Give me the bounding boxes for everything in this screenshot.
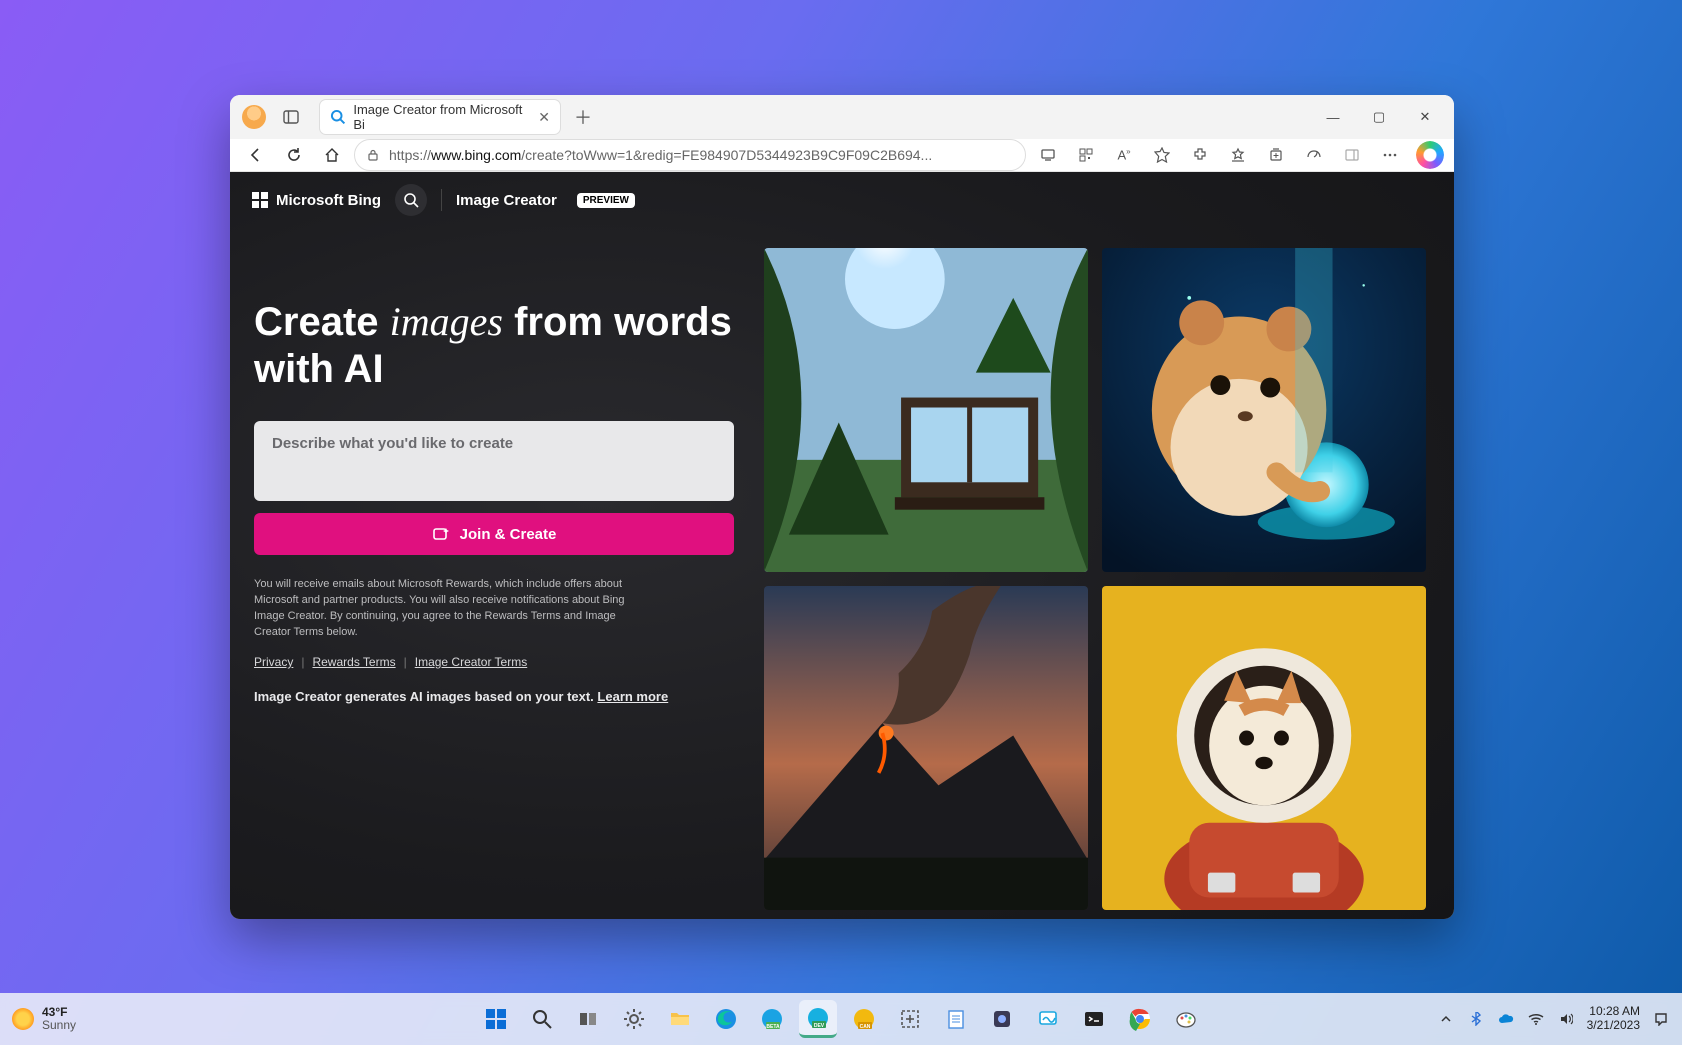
favorites-list-icon[interactable]	[1222, 139, 1254, 171]
back-button[interactable]	[240, 139, 272, 171]
titlebar: Image Creator from Microsoft Bi ✕ ＋ — ▢ …	[230, 95, 1454, 139]
ai-note: Image Creator generates AI images based …	[254, 689, 734, 704]
clock[interactable]: 10:28 AM 3/21/2023	[1587, 1005, 1640, 1033]
header-divider	[441, 189, 442, 211]
weather-cond: Sunny	[42, 1019, 76, 1032]
url-text: https://www.bing.com/create?toWww=1&redi…	[389, 147, 932, 163]
learn-more-link[interactable]: Learn more	[597, 689, 668, 704]
maximize-button[interactable]: ▢	[1356, 95, 1402, 139]
address-bar: https://www.bing.com/create?toWww=1&redi…	[230, 139, 1454, 172]
volume-icon[interactable]	[1557, 1010, 1575, 1028]
time-text: 10:28 AM	[1587, 1005, 1640, 1019]
date-text: 3/21/2023	[1587, 1019, 1640, 1033]
browser-window: Image Creator from Microsoft Bi ✕ ＋ — ▢ …	[230, 95, 1454, 919]
rewards-terms-link[interactable]: Rewards Terms	[312, 655, 395, 669]
screen-icon[interactable]	[1032, 139, 1064, 171]
chrome-icon[interactable]	[1121, 1000, 1159, 1038]
sidebar-icon[interactable]	[1336, 139, 1368, 171]
sun-icon	[12, 1008, 34, 1030]
sample-gallery	[764, 248, 1430, 919]
sample-image-hamster[interactable]	[1102, 248, 1426, 572]
workspaces-icon[interactable]	[278, 104, 304, 130]
notifications-icon[interactable]	[1652, 1010, 1670, 1028]
collections-icon[interactable]	[1260, 139, 1292, 171]
page-content: Microsoft Bing Image Creator PREVIEW Cre…	[230, 172, 1454, 919]
new-tab-button[interactable]: ＋	[568, 102, 598, 132]
favorite-star-icon[interactable]	[1146, 139, 1178, 171]
notepad-icon[interactable]	[937, 1000, 975, 1038]
tray-chevron-icon[interactable]	[1437, 1010, 1455, 1028]
read-aloud-icon[interactable]: A»	[1108, 139, 1140, 171]
prompt-input[interactable]: Describe what you'd like to create	[254, 421, 734, 501]
privacy-link[interactable]: Privacy	[254, 655, 293, 669]
product-name: Image Creator	[456, 192, 557, 209]
refresh-button[interactable]	[278, 139, 310, 171]
window-controls: — ▢ ✕	[1310, 95, 1448, 139]
main-content: Create images from words with AI Describ…	[230, 228, 1454, 919]
bing-logo[interactable]: Microsoft Bing	[252, 192, 381, 209]
hero-panel: Create images from words with AI Describ…	[254, 248, 734, 919]
more-menu-icon[interactable]	[1374, 139, 1406, 171]
whiteboard-icon[interactable]	[1029, 1000, 1067, 1038]
logo-text: Microsoft Bing	[276, 192, 381, 209]
disclaimer-text: You will receive emails about Microsoft …	[254, 577, 654, 641]
bing-favicon-icon	[330, 109, 345, 125]
weather-widget[interactable]: 43°F Sunny	[12, 1006, 76, 1032]
bing-chat-icon[interactable]	[1416, 141, 1444, 169]
edge-icon[interactable]	[707, 1000, 745, 1038]
onedrive-icon[interactable]	[1497, 1010, 1515, 1028]
sample-image-cabin[interactable]	[764, 248, 1088, 572]
url-field[interactable]: https://www.bing.com/create?toWww=1&redi…	[354, 139, 1026, 171]
hero-headline: Create images from words with AI	[254, 298, 734, 393]
qr-icon[interactable]	[1070, 139, 1102, 171]
bluetooth-icon[interactable]	[1467, 1010, 1485, 1028]
sample-image-volcano[interactable]	[764, 586, 1088, 910]
taskbar-search-icon[interactable]	[523, 1000, 561, 1038]
sparkle-icon	[432, 525, 450, 543]
svg-text:DEV: DEV	[814, 1023, 825, 1029]
tab-title: Image Creator from Microsoft Bi	[353, 102, 530, 132]
policy-links: Privacy | Rewards Terms | Image Creator …	[254, 655, 734, 669]
copilot-preview-icon[interactable]	[983, 1000, 1021, 1038]
creator-terms-link[interactable]: Image Creator Terms	[415, 655, 527, 669]
performance-icon[interactable]	[1298, 139, 1330, 171]
page-header: Microsoft Bing Image Creator PREVIEW	[230, 172, 1454, 228]
snipping-tool-icon[interactable]	[891, 1000, 929, 1038]
profile-avatar[interactable]	[242, 105, 266, 129]
join-label: Join & Create	[460, 526, 557, 543]
search-button[interactable]	[395, 184, 427, 216]
taskbar: 43°F Sunny BETA DEV CAN 10:28 AM 3/21/20…	[0, 993, 1682, 1045]
settings-taskbar-icon[interactable]	[615, 1000, 653, 1038]
wifi-icon[interactable]	[1527, 1010, 1545, 1028]
preview-badge: PREVIEW	[577, 193, 635, 208]
home-button[interactable]	[316, 139, 348, 171]
sample-image-astronaut-dog[interactable]	[1102, 586, 1426, 910]
file-explorer-icon[interactable]	[661, 1000, 699, 1038]
edge-dev-icon[interactable]: DEV	[799, 1000, 837, 1038]
edge-beta-icon[interactable]: BETA	[753, 1000, 791, 1038]
close-tab-icon[interactable]: ✕	[538, 109, 550, 126]
browser-tab[interactable]: Image Creator from Microsoft Bi ✕	[320, 100, 560, 134]
microsoft-squares-icon	[252, 192, 268, 208]
edge-canary-icon[interactable]: CAN	[845, 1000, 883, 1038]
join-create-button[interactable]: Join & Create	[254, 513, 734, 555]
taskbar-center-icons: BETA DEV CAN	[477, 1000, 1205, 1038]
minimize-button[interactable]: —	[1310, 95, 1356, 139]
terminal-icon[interactable]	[1075, 1000, 1113, 1038]
prompt-placeholder: Describe what you'd like to create	[272, 435, 513, 452]
start-button[interactable]	[477, 1000, 515, 1038]
extensions-icon[interactable]	[1184, 139, 1216, 171]
close-window-button[interactable]: ✕	[1402, 95, 1448, 139]
task-view-icon[interactable]	[569, 1000, 607, 1038]
svg-text:BETA: BETA	[766, 1024, 780, 1030]
system-tray: 10:28 AM 3/21/2023	[1437, 1005, 1670, 1033]
paint-icon[interactable]	[1167, 1000, 1205, 1038]
svg-text:CAN: CAN	[860, 1024, 871, 1030]
lock-icon	[367, 149, 379, 161]
